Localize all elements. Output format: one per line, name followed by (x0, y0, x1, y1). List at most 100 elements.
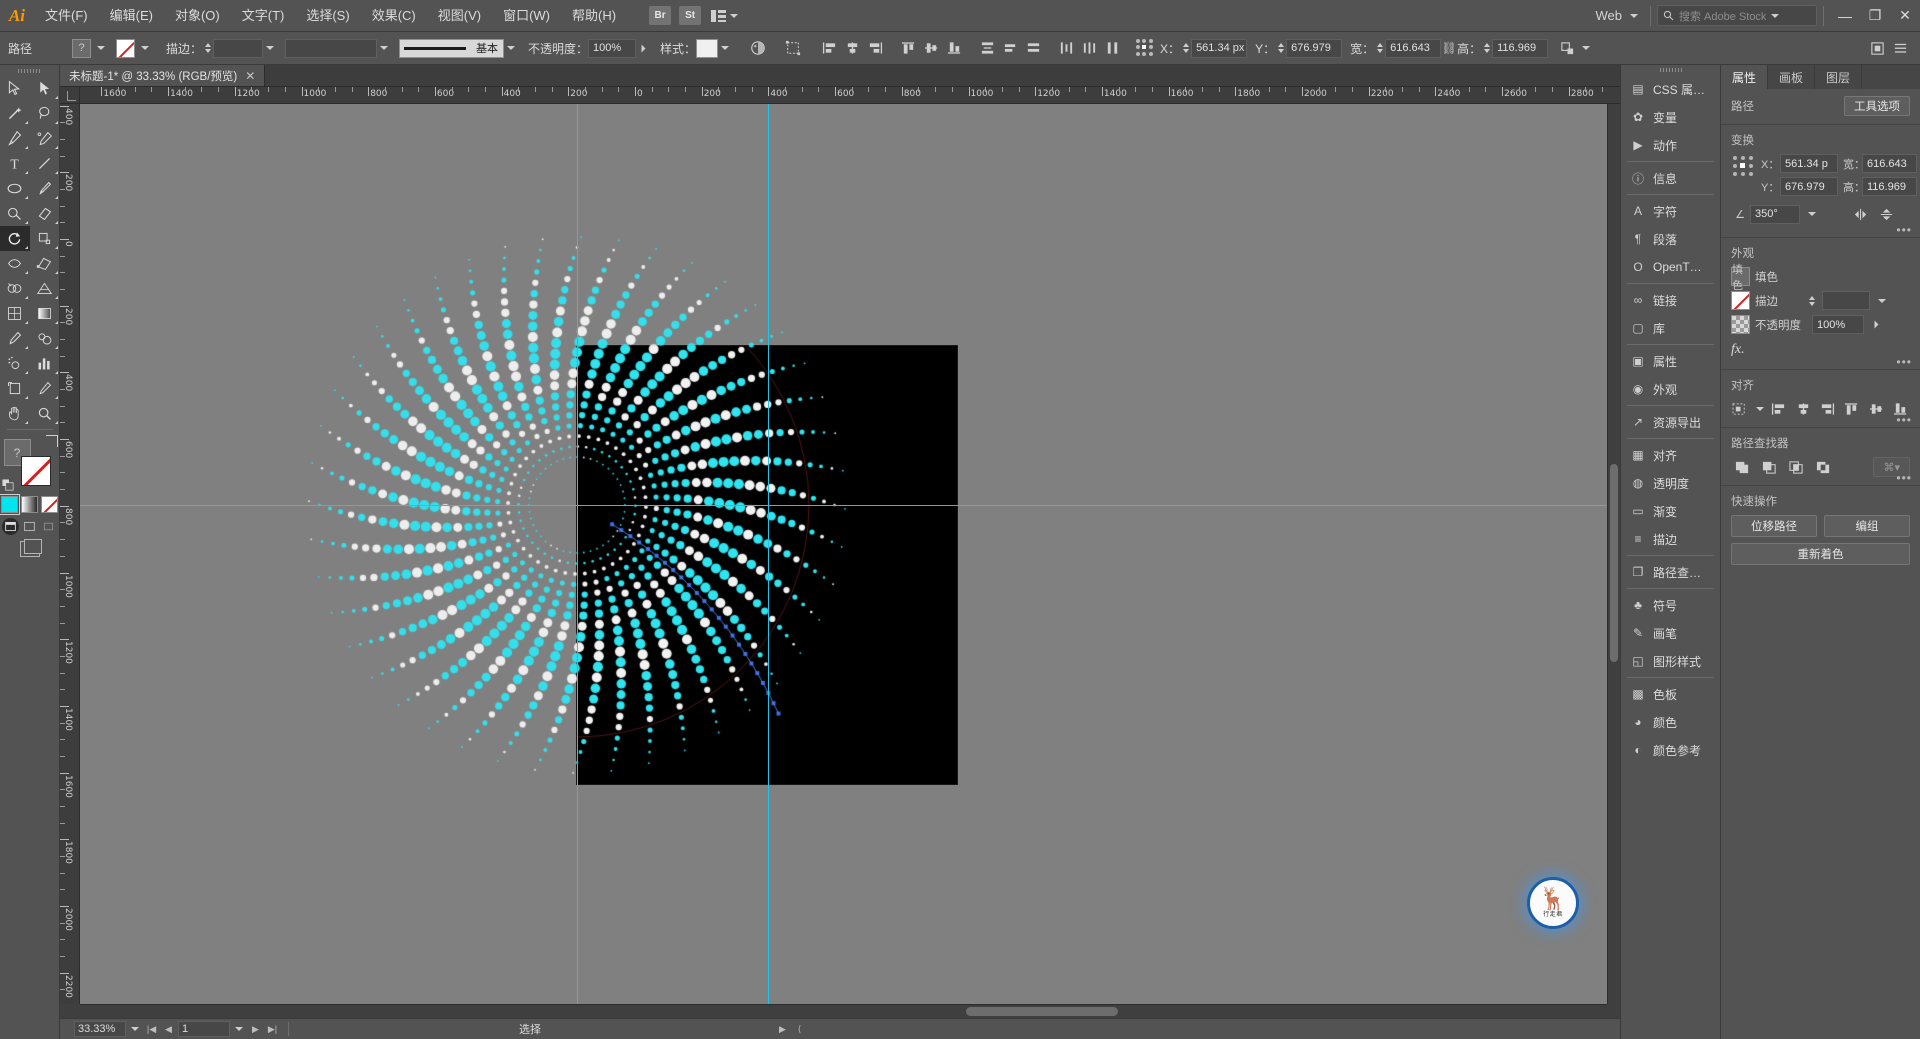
pathfinder-unite-button[interactable] (1731, 457, 1753, 477)
chevron-down-icon[interactable] (377, 39, 391, 58)
recolor-button[interactable]: 重新着色 (1731, 543, 1910, 565)
tool-eyedropper[interactable] (0, 326, 30, 351)
chevron-down-icon[interactable] (232, 1020, 246, 1039)
y-input[interactable]: 676.979 (1780, 177, 1838, 196)
dock-item-swatches[interactable]: ▩ 色板 (1621, 680, 1720, 708)
chevron-down-icon[interactable] (718, 39, 732, 58)
chevron-down-icon[interactable] (1579, 39, 1593, 58)
more-options-icon[interactable]: ••• (1896, 224, 1912, 236)
recolor-artwork-button[interactable] (746, 37, 769, 60)
tool-line-segment[interactable] (30, 151, 60, 176)
more-options-icon[interactable]: ••• (1896, 472, 1912, 484)
flip-horizontal-button[interactable] (1851, 204, 1871, 224)
dock-item-color[interactable]: ◕ 颜色 (1621, 708, 1720, 736)
height-input[interactable]: 116.969 (1492, 38, 1549, 58)
vertical-ruler[interactable]: 400 200 0 200 400 600 800 1000 1200 1400 1600 1800 2… (60, 104, 80, 1004)
horizontal-scrollbar-thumb[interactable] (965, 1007, 1119, 1016)
prev-artboard-button[interactable]: ◀ (161, 1021, 176, 1037)
menu-edit[interactable]: 编辑(E) (99, 0, 164, 32)
transform-reference-point-icon[interactable] (1136, 39, 1154, 57)
height-input[interactable]: 116.969 (1862, 177, 1917, 196)
rotate-angle-input[interactable]: 350° (1750, 204, 1800, 224)
color-swatch-button[interactable] (0, 494, 20, 515)
dock-item-character[interactable]: A 字符 (1621, 197, 1720, 225)
height-stepper[interactable] (1481, 39, 1492, 58)
stroke-weight-input[interactable] (1822, 291, 1870, 310)
tool-ellipse[interactable] (0, 176, 30, 201)
dock-item-paragraph[interactable]: ¶ 段落 (1621, 225, 1720, 253)
x-input[interactable]: 561.34 p (1780, 154, 1838, 173)
dock-item-actions[interactable]: ▶ 动作 (1621, 131, 1720, 159)
panel-dock-grip[interactable] (1621, 65, 1720, 75)
distribute-spacing-3-button[interactable] (1101, 37, 1124, 60)
x-stepper[interactable] (1180, 39, 1191, 58)
arrange-documents-button[interactable] (705, 5, 744, 27)
artwork-radial-dot-burst[interactable] (80, 104, 1607, 1004)
align-bottom-button[interactable] (943, 37, 966, 60)
stroke-swatch-none[interactable] (116, 38, 135, 58)
toolbar-expand-icon[interactable] (19, 539, 42, 557)
fill-control[interactable]: ? (72, 38, 108, 58)
menu-effect[interactable]: 效果(C) (361, 0, 427, 32)
chevron-down-icon[interactable] (1805, 205, 1819, 224)
graphic-style-swatch[interactable] (696, 38, 719, 58)
align-left-button[interactable] (1769, 399, 1788, 419)
chevron-down-icon[interactable] (128, 1020, 142, 1039)
appearance-fill-swatch[interactable]: 填色 (1731, 264, 1750, 292)
dock-item-css-properties[interactable]: ▤ CSS 属… (1621, 75, 1720, 103)
align-right-button[interactable] (1818, 399, 1837, 419)
align-right-button[interactable] (864, 37, 887, 60)
guide-vertical-right[interactable] (768, 104, 769, 1004)
tool-scale[interactable] (30, 226, 60, 251)
document-setup-button[interactable] (1866, 37, 1889, 60)
tool-eraser[interactable] (30, 201, 60, 226)
lock-proportions-icon[interactable]: ⛓ (1441, 39, 1457, 57)
status-menu-button[interactable]: ▶ (775, 1021, 790, 1037)
stock-search-input[interactable]: 搜索 Adobe Stock (1657, 5, 1817, 26)
chevron-down-icon[interactable] (1875, 291, 1889, 310)
add-effect-button[interactable]: fx. (1731, 339, 1910, 361)
brush-definition-select[interactable]: 基本 (399, 38, 505, 58)
close-button[interactable]: ✕ (1890, 0, 1920, 32)
panel-menu-button[interactable] (1889, 37, 1912, 60)
align-center-vertical-button[interactable] (1866, 399, 1885, 419)
tool-magic-wand[interactable] (0, 101, 30, 126)
tab-layers[interactable]: 图层 (1815, 65, 1863, 89)
bridge-button[interactable]: Br (649, 6, 672, 25)
minimize-button[interactable]: — (1830, 0, 1860, 32)
dock-item-appearance[interactable]: ◉ 外观 (1621, 375, 1720, 403)
align-top-button[interactable] (897, 37, 920, 60)
align-center-horizontal-button[interactable] (841, 37, 864, 60)
tool-lasso[interactable] (30, 101, 60, 126)
tool-slice[interactable] (30, 376, 60, 401)
tool-blend[interactable] (30, 326, 60, 351)
distribute-spacing-1-button[interactable] (1055, 37, 1078, 60)
y-stepper[interactable] (1275, 39, 1286, 58)
width-input[interactable]: 616.643 (1862, 154, 1917, 173)
tool-width[interactable] (0, 251, 30, 276)
vertical-scrollbar[interactable] (1607, 104, 1620, 1004)
menu-file[interactable]: 文件(F) (34, 0, 99, 32)
tool-selection[interactable] (0, 76, 30, 101)
guide-horizontal[interactable] (80, 505, 1607, 506)
x-input[interactable]: 561.34 px (1191, 38, 1248, 58)
align-top-button[interactable] (1842, 399, 1861, 419)
tool-hand[interactable] (0, 401, 30, 426)
dock-item-pathfinder[interactable]: ❐ 路径查… (1621, 558, 1720, 586)
close-tab-icon[interactable]: ✕ (245, 69, 255, 83)
tool-symbol-sprayer[interactable] (0, 351, 30, 376)
pathfinder-exclude-button[interactable] (1812, 457, 1834, 477)
align-to-selector[interactable] (1731, 399, 1750, 419)
tool-pen[interactable] (0, 126, 30, 151)
tool-zoom[interactable] (30, 401, 60, 426)
ruler-origin-corner[interactable] (60, 87, 80, 104)
dock-item-links[interactable]: ∞ 链接 (1621, 286, 1720, 314)
pathfinder-minus-front-button[interactable] (1758, 457, 1780, 477)
dock-item-opentype[interactable]: O OpenT… (1621, 253, 1720, 281)
none-swatch-button[interactable] (41, 496, 58, 513)
distribute-spacing-2-button[interactable] (1078, 37, 1101, 60)
offset-path-button[interactable]: 位移路径 (1731, 515, 1817, 537)
distribute-vertical-center-button[interactable] (976, 37, 999, 60)
more-options-icon[interactable]: ••• (1896, 356, 1912, 368)
zoom-level-input[interactable]: 33.33% (74, 1021, 126, 1037)
